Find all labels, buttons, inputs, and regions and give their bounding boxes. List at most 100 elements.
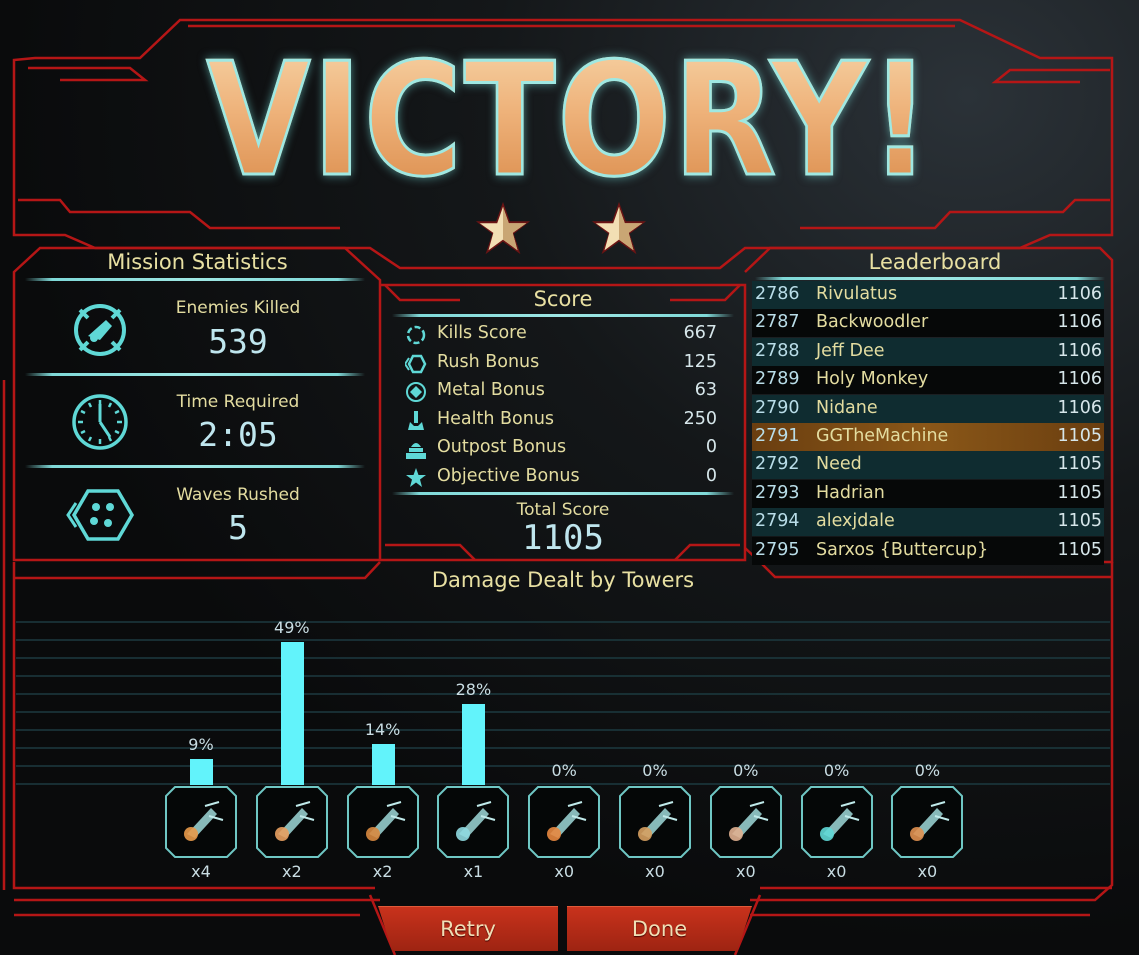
tower-count: x0 — [917, 862, 938, 881]
waves-rushed-label: Waves Rushed — [176, 485, 300, 505]
enemies-killed-label: Enemies Killed — [175, 298, 301, 318]
divider — [25, 373, 365, 376]
tower-icon-5[interactable] — [528, 786, 601, 858]
tower-icon-2[interactable] — [255, 786, 328, 858]
metal-icon — [406, 382, 426, 402]
leaderboard-score: 1105 — [1057, 511, 1102, 532]
leaderboard-rank: 2791 — [755, 426, 800, 446]
leaderboard-rank: 2790 — [755, 397, 800, 418]
leaderboard-score: 1106 — [1057, 312, 1102, 333]
leaderboard-row-player: 2791 GGTheMachine 1105 — [752, 423, 1104, 451]
score-label: Outpost Bonus — [437, 437, 567, 457]
divider — [25, 278, 365, 281]
leaderboard-row: 2786 Rivulatus 1106 — [752, 281, 1104, 309]
leaderboard-name: Rivulatus — [816, 284, 898, 304]
leaderboard-row: 2789 Holy Monkey 1106 — [752, 366, 1104, 395]
victory-title: VICTORY! — [80, 34, 1060, 207]
leaderboard-row: 2793 Hadrian 1105 — [752, 479, 1104, 508]
bar-tower-4 — [462, 703, 486, 785]
leaderboard-name: Sarxos {Buttercup} — [816, 539, 989, 560]
total-score-label: Total Score — [516, 500, 610, 520]
leaderboard-row: 2795 Sarxos {Buttercup} 1105 — [752, 536, 1104, 565]
leaderboard-name: GGTheMachine — [816, 426, 949, 446]
score-row-kills: Kills Score 667 — [405, 320, 717, 348]
bar-value-label: 9% — [188, 734, 214, 754]
leaderboard-name: Backwoodler — [816, 312, 929, 333]
leaderboard-rank: 2789 — [755, 369, 800, 390]
time-required-value: 2:05 — [198, 415, 278, 454]
health-icon — [408, 411, 424, 430]
bar-value-label: 0% — [642, 761, 668, 780]
bar-tower-3 — [371, 744, 395, 785]
leaderboard-rank: 2786 — [755, 284, 800, 304]
score-label: Kills Score — [437, 323, 527, 343]
score-value: 0 — [705, 437, 717, 457]
leaderboard-name: Hadrian — [816, 482, 885, 503]
waves-rushed-value: 5 — [228, 508, 248, 547]
tower-count: x1 — [463, 862, 484, 881]
tower-icon-6[interactable] — [619, 786, 691, 858]
tower-icon-1[interactable] — [165, 786, 237, 858]
bar-value-label: 49% — [274, 618, 310, 638]
score-row-rush: Rush Bonus 125 — [405, 349, 717, 377]
enemy-target-icon — [74, 304, 126, 356]
tower-icon-3[interactable] — [346, 786, 419, 858]
score-value: 667 — [683, 323, 717, 343]
tower-count: x0 — [735, 862, 756, 881]
tower-count: x0 — [826, 862, 847, 881]
done-button[interactable]: Done — [567, 906, 752, 951]
leaderboard-row: 2787 Backwoodler 1106 — [752, 309, 1104, 338]
total-score-value: 1105 — [522, 518, 604, 558]
star-icon-2 — [591, 201, 647, 255]
bar-value-label: 14% — [364, 720, 401, 740]
leaderboard-score: 1106 — [1057, 284, 1102, 304]
divider — [25, 465, 365, 468]
divider — [392, 492, 734, 495]
bar-value-label: 0% — [823, 761, 850, 780]
leaderboard-score: 1106 — [1057, 340, 1102, 361]
score-row-outpost: Outpost Bonus 0 — [405, 434, 717, 462]
tower-count: x2 — [372, 862, 393, 881]
leaderboard-row: 2788 Jeff Dee 1106 — [752, 337, 1104, 366]
leaderboard-rank: 2794 — [755, 511, 800, 532]
leaderboard-score: 1105 — [1057, 426, 1102, 446]
score-label: Metal Bonus — [437, 380, 545, 400]
score-row-objective: Objective Bonus 0 — [405, 463, 717, 491]
objective-star-icon — [406, 468, 426, 487]
score-value: 125 — [683, 352, 717, 372]
leaderboard-rank: 2795 — [755, 539, 800, 560]
tower-icon-4[interactable] — [437, 786, 510, 858]
tower-count: x4 — [191, 862, 211, 881]
time-required-label: Time Required — [176, 392, 300, 412]
tower-icon-8[interactable] — [800, 786, 873, 858]
leaderboard-name: alexjdale — [816, 511, 895, 532]
score-value: 250 — [683, 409, 717, 429]
rush-waves-icon — [66, 489, 135, 541]
leaderboard-rank: 2787 — [755, 312, 800, 333]
retry-button[interactable]: Retry — [378, 906, 558, 951]
leaderboard-name: Holy Monkey — [816, 369, 929, 390]
star-icon-1 — [475, 201, 531, 255]
leaderboard-score: 1105 — [1057, 539, 1102, 560]
bar-value-label: 0% — [733, 761, 759, 780]
chart-title: Damage Dealt by Towers — [431, 568, 695, 592]
leaderboard-row: 2792 Need 1105 — [752, 451, 1104, 480]
leaderboard-name: Jeff Dee — [816, 340, 885, 361]
leaderboard-score: 1106 — [1057, 397, 1102, 418]
score-label: Health Bonus — [437, 409, 555, 429]
tower-icon-9[interactable] — [891, 786, 964, 858]
leaderboard-score: 1105 — [1057, 454, 1102, 475]
tower-count: x0 — [554, 862, 575, 881]
leaderboard-row: 2790 Nidane 1106 — [752, 394, 1104, 423]
bar-value-label: 0% — [551, 761, 577, 780]
leaderboard-row: 2794 alexjdale 1105 — [752, 508, 1104, 537]
bar-tower-1 — [190, 758, 213, 785]
tower-count: x0 — [645, 862, 665, 881]
score-title: Score — [533, 287, 593, 311]
score-label: Rush Bonus — [437, 352, 540, 372]
enemies-killed-value: 539 — [208, 322, 268, 361]
leaderboard-name: Need — [816, 454, 862, 475]
bar-tower-2 — [280, 642, 304, 785]
outpost-icon — [406, 443, 426, 459]
tower-icon-7[interactable] — [709, 786, 782, 858]
